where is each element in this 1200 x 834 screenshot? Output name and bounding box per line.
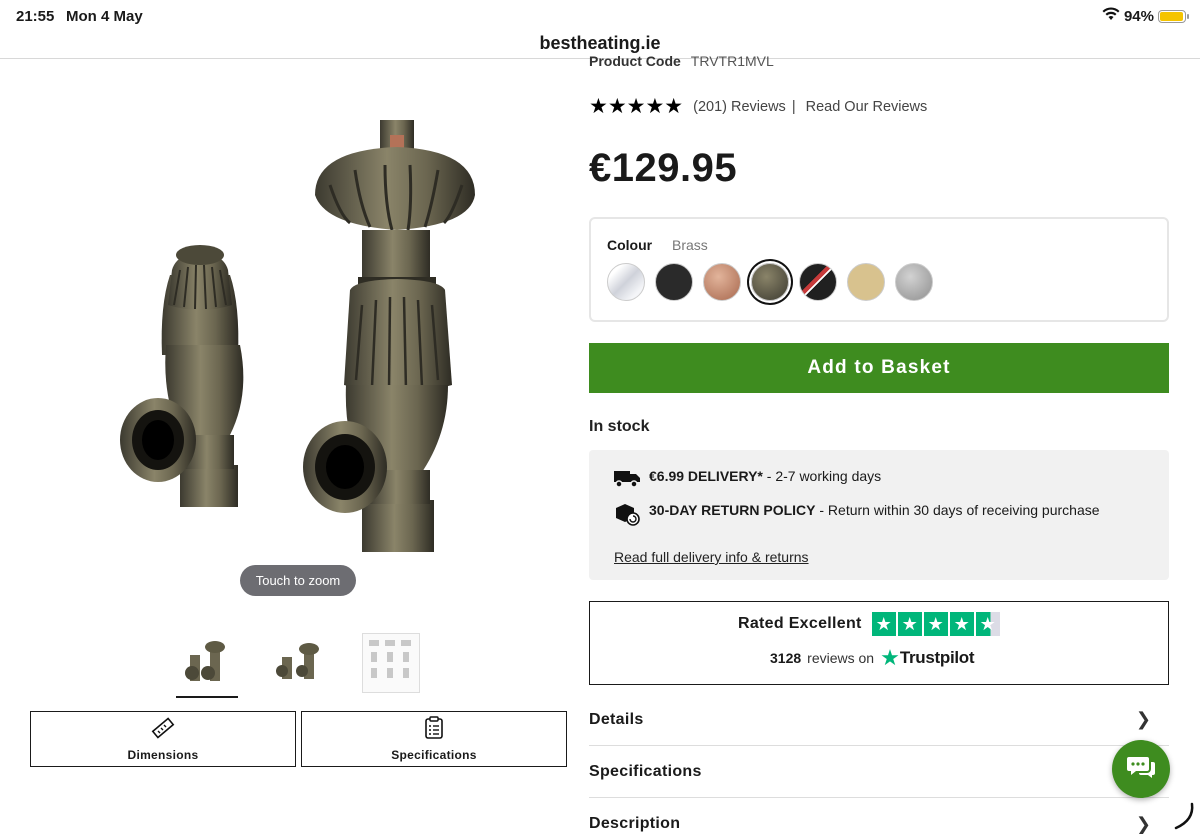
thumbnail-spec-sheet[interactable] <box>360 628 422 698</box>
spec-buttons: Dimensions Specifications <box>30 711 567 767</box>
colour-swatches <box>607 263 933 301</box>
returns-text: - Return within 30 days of receiving pur… <box>815 502 1100 518</box>
swatch-gold[interactable] <box>847 263 885 301</box>
product-image[interactable] <box>100 105 500 575</box>
stock-status: In stock <box>589 418 650 435</box>
battery-level <box>1160 11 1183 21</box>
rating-row: ★★★★★ (201) Reviews | Read Our Reviews <box>589 95 928 118</box>
shipping-text: - 2-7 working days <box>762 468 882 484</box>
delivery-info-link[interactable]: Read full delivery info & returns <box>614 549 809 565</box>
accordion-description-label: Description <box>589 815 681 832</box>
delivery-truck-icon <box>613 468 641 491</box>
accordion-details[interactable]: Details ❯ <box>589 694 1169 746</box>
touch-to-zoom-hint: Touch to zoom <box>240 565 356 596</box>
specifications-button[interactable]: Specifications <box>301 711 567 767</box>
url-text: bestheating.ie <box>539 33 661 53</box>
accordion-specifications-label: Specifications <box>589 762 702 780</box>
trustpilot-rated-label: Rated Excellent <box>738 615 862 632</box>
chat-bubbles-icon <box>1126 754 1156 785</box>
shipping-row: €6.99 DELIVERY* - 2-7 working days <box>613 468 881 491</box>
colour-label: Colour <box>607 237 653 253</box>
swatch-copper[interactable] <box>703 263 741 301</box>
trustpilot-rating: Rated Excellent ★ ★ ★ ★ ★ <box>738 612 1000 636</box>
return-box-icon <box>613 501 641 530</box>
status-date: Mon 4 May <box>66 8 143 25</box>
swatch-brass[interactable] <box>751 263 789 301</box>
trustpilot-widget[interactable]: Rated Excellent ★ ★ ★ ★ ★ 3128 reviews on ★ … <box>589 601 1169 685</box>
ruler-icon <box>151 716 175 745</box>
loading-arc-icon <box>1170 800 1200 834</box>
add-to-basket-button[interactable]: Add to Basket <box>589 343 1169 393</box>
clipboard-icon <box>423 716 445 745</box>
swatch-black[interactable] <box>655 263 693 301</box>
status-bar: 21:55 Mon 4 May 94% <box>0 0 1200 32</box>
spec-sheet-preview <box>362 633 420 693</box>
trustpilot-brand: Trustpilot <box>899 648 975 667</box>
review-count-link[interactable]: (201) Reviews <box>693 99 786 115</box>
returns-title: 30-DAY RETURN POLICY <box>649 502 816 518</box>
trustpilot-logo-star-icon: ★ <box>880 645 900 670</box>
chevron-right-icon: ❯ <box>1135 709 1151 729</box>
specifications-label: Specifications <box>391 748 477 762</box>
battery-percent: 94% <box>1123 7 1154 25</box>
colour-selector: Colour Brass <box>589 217 1169 322</box>
accordion-details-label: Details <box>589 710 644 728</box>
product-price: €129.95 <box>589 146 738 190</box>
trustpilot-star-icon: ★ <box>871 612 896 636</box>
status-indicators: 94% <box>1102 7 1189 25</box>
returns-row: 30-DAY RETURN POLICY - Return within 30 … <box>613 501 1133 530</box>
battery-icon <box>1158 9 1189 23</box>
trustpilot-count-row: 3128 reviews on ★ Trustpilot <box>770 645 975 670</box>
thumbnail-valve-angled[interactable] <box>176 628 238 698</box>
trustpilot-stars-icon: ★ ★ ★ ★ ★ <box>871 612 1000 636</box>
trustpilot-reviews-on: reviews on <box>807 650 875 666</box>
product-code: Product Code TRVTR1MVL <box>589 53 774 69</box>
thumbnail-valve-straight[interactable] <box>268 628 330 698</box>
product-code-value: TRVTR1MVL <box>690 53 774 69</box>
trustpilot-star-icon: ★ <box>949 612 974 636</box>
dimensions-label: Dimensions <box>127 748 199 762</box>
colour-selected-value: Brass <box>672 237 708 253</box>
trustpilot-star-icon: ★ <box>897 612 922 636</box>
chevron-right-icon: ❯ <box>1135 813 1151 834</box>
product-code-label: Product Code <box>589 53 681 69</box>
colour-header: Colour Brass <box>607 237 708 253</box>
chat-button[interactable] <box>1112 740 1170 798</box>
swatch-black-red[interactable] <box>799 263 837 301</box>
accordion-description[interactable]: Description ❯ <box>589 798 1169 834</box>
thumbnail-strip <box>176 628 422 698</box>
trustpilot-star-icon: ★ <box>923 612 948 636</box>
shipping-title: €6.99 DELIVERY* <box>649 468 763 484</box>
right-valve <box>303 120 475 552</box>
accordion-specifications[interactable]: Specifications ❯ <box>589 746 1169 798</box>
trustpilot-star-icon: ★ <box>975 612 1000 636</box>
separator: | <box>791 99 796 115</box>
delivery-info: €6.99 DELIVERY* - 2-7 working days 30-DA… <box>589 450 1169 580</box>
wifi-icon <box>1102 7 1120 25</box>
swatch-pewter[interactable] <box>895 263 933 301</box>
star-rating-icon: ★★★★★ <box>589 95 684 118</box>
swatch-chrome[interactable] <box>607 263 645 301</box>
read-reviews-link[interactable]: Read Our Reviews <box>806 99 928 115</box>
left-valve <box>120 245 244 507</box>
status-time: 21:55 <box>16 8 55 25</box>
dimensions-button[interactable]: Dimensions <box>30 711 296 767</box>
trustpilot-review-count: 3128 <box>770 650 802 666</box>
